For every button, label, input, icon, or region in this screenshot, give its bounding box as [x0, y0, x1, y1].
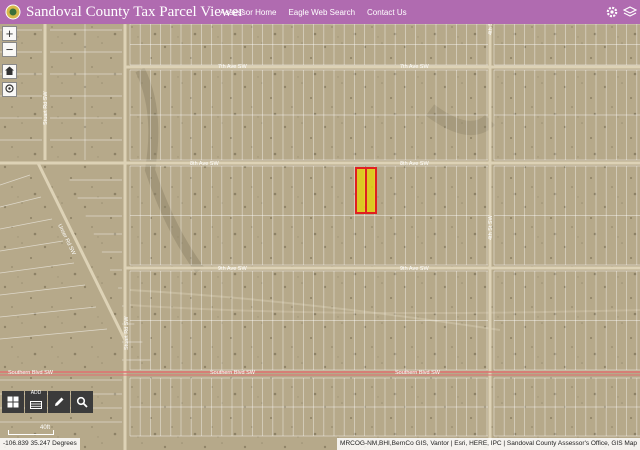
app-title: Sandoval County Tax Parcel Viewer: [26, 3, 244, 20]
search-button[interactable]: [71, 391, 93, 413]
selected-parcel[interactable]: [355, 167, 367, 214]
home-button[interactable]: [2, 64, 17, 79]
road-label-7th-ave: 7th Ave SW: [218, 64, 247, 70]
road-label-9th-ave: 9th Ave SW: [218, 266, 247, 272]
road-label-southern-blvd: Southern Blvd SW: [8, 370, 54, 376]
road-label-left-vertical: Stuart Rd SW: [43, 91, 49, 125]
header-nav: Assessor Home Eagle Web Search Contact U…: [220, 0, 407, 24]
road-label-southern-blvd: Southern Blvd SW: [210, 370, 256, 376]
road-label-southern-blvd: Southern Blvd SW: [395, 370, 441, 376]
home-icon: [5, 66, 14, 75]
add-data-button[interactable]: ADD: [25, 389, 47, 413]
zoom-in-button[interactable]: +: [2, 26, 17, 41]
road-label-7th-ave: 7th Ave SW: [400, 64, 429, 70]
settings-gear-icon[interactable]: [603, 3, 621, 21]
scale-label: 40ft: [40, 425, 51, 431]
add-data-label: ADD: [30, 389, 42, 396]
draw-button[interactable]: [48, 391, 70, 413]
selected-parcel[interactable]: [365, 167, 377, 214]
layers-icon[interactable]: [621, 3, 639, 21]
map-view[interactable]: 7th Ave SW 7th Ave SW 8th Ave SW 8th Ave…: [0, 0, 640, 450]
locate-button[interactable]: [2, 82, 17, 97]
map-attribution: MRCOG-NM,BHI,BernCo GIS, Vantor | Esri, …: [337, 438, 640, 450]
satellite-map[interactable]: 7th Ave SW 7th Ave SW 8th Ave SW 8th Ave…: [0, 0, 640, 450]
search-icon: [76, 396, 88, 408]
nav-link-assessor-home[interactable]: Assessor Home: [220, 8, 276, 17]
road-label-right-vertical: 4th St SW: [488, 214, 494, 240]
nav-link-eagle-web-search[interactable]: Eagle Web Search: [288, 8, 355, 17]
pencil-icon: [55, 397, 64, 406]
road-label-8th-ave: 8th Ave SW: [400, 161, 429, 167]
app-header: Sandoval County Tax Parcel Viewer Assess…: [0, 0, 640, 24]
nav-link-contact-us[interactable]: Contact Us: [367, 8, 407, 17]
table-icon: [30, 400, 42, 409]
road-label-9th-ave: 9th Ave SW: [400, 266, 429, 272]
locate-icon: [5, 84, 14, 93]
grid-icon: [7, 396, 19, 408]
county-seal-icon: [4, 3, 22, 21]
basemap-gallery-button[interactable]: [2, 391, 24, 413]
road-label-8th-ave: 8th Ave SW: [190, 161, 219, 167]
map-toolbar: ADD: [2, 389, 93, 413]
zoom-out-button[interactable]: −: [2, 42, 17, 57]
coordinate-readout: -106.839 35.247 Degrees: [0, 438, 80, 450]
road-label-left-vertical: Stuart Rd SW: [124, 316, 130, 350]
